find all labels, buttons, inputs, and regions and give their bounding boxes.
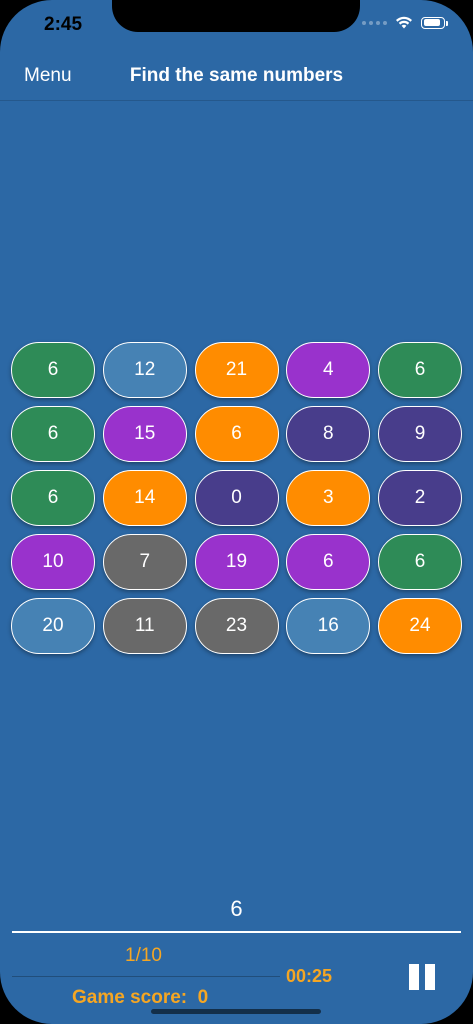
status-icons: [362, 16, 448, 29]
pause-icon: [409, 964, 419, 990]
page-title: Find the same numbers: [129, 65, 344, 86]
game-timer: 00:25: [286, 966, 333, 986]
number-tile[interactable]: 6: [378, 534, 462, 590]
number-tile[interactable]: 24: [378, 598, 462, 654]
number-grid: 6 12 21 4 6 6 15 6 8 9 6 14 0 3 2 10 7 19 6 6 20 11 23 16 24: [11, 342, 462, 654]
number-tile[interactable]: 7: [102, 534, 187, 590]
pause-button[interactable]: [409, 964, 435, 990]
number-tile[interactable]: 11: [102, 598, 187, 654]
number-tile[interactable]: 15: [102, 406, 187, 462]
number-tile[interactable]: 23: [194, 598, 279, 654]
number-tile[interactable]: 6: [11, 342, 95, 398]
number-tile[interactable]: 8: [286, 406, 371, 462]
number-tile[interactable]: 6: [378, 342, 462, 398]
target-number: 6: [230, 896, 243, 921]
number-tile[interactable]: 6: [11, 406, 95, 462]
cellular-signal-icon: [362, 20, 387, 25]
number-tile[interactable]: 2: [378, 470, 462, 526]
device-notch: [112, 0, 360, 32]
game-screen: 2:45 Menu Find the same numbers 6 12 21 4 6 6…: [0, 0, 473, 1024]
target-divider: [12, 931, 461, 933]
progress-divider: [12, 976, 280, 977]
navigation-bar: Menu Find the same numbers: [0, 52, 473, 101]
game-score: Game score: 0: [72, 987, 209, 1008]
number-tile[interactable]: 21: [194, 342, 279, 398]
number-tile[interactable]: 10: [11, 534, 95, 590]
number-tile[interactable]: 6: [286, 534, 371, 590]
round-progress: 1/10: [125, 945, 162, 966]
battery-icon: [421, 16, 448, 29]
status-time: 2:45: [44, 14, 83, 35]
number-tile[interactable]: 12: [102, 342, 187, 398]
number-tile[interactable]: 6: [194, 406, 279, 462]
number-tile[interactable]: 3: [286, 470, 371, 526]
number-tile[interactable]: 4: [286, 342, 371, 398]
number-tile[interactable]: 19: [194, 534, 279, 590]
number-tile[interactable]: 0: [194, 470, 279, 526]
number-tile[interactable]: 6: [11, 470, 95, 526]
wifi-icon: [396, 16, 412, 29]
home-indicator[interactable]: [151, 1009, 321, 1014]
number-tile[interactable]: 20: [11, 598, 95, 654]
number-tile[interactable]: 14: [102, 470, 187, 526]
number-tile[interactable]: 9: [378, 406, 462, 462]
number-tile[interactable]: 16: [286, 598, 371, 654]
